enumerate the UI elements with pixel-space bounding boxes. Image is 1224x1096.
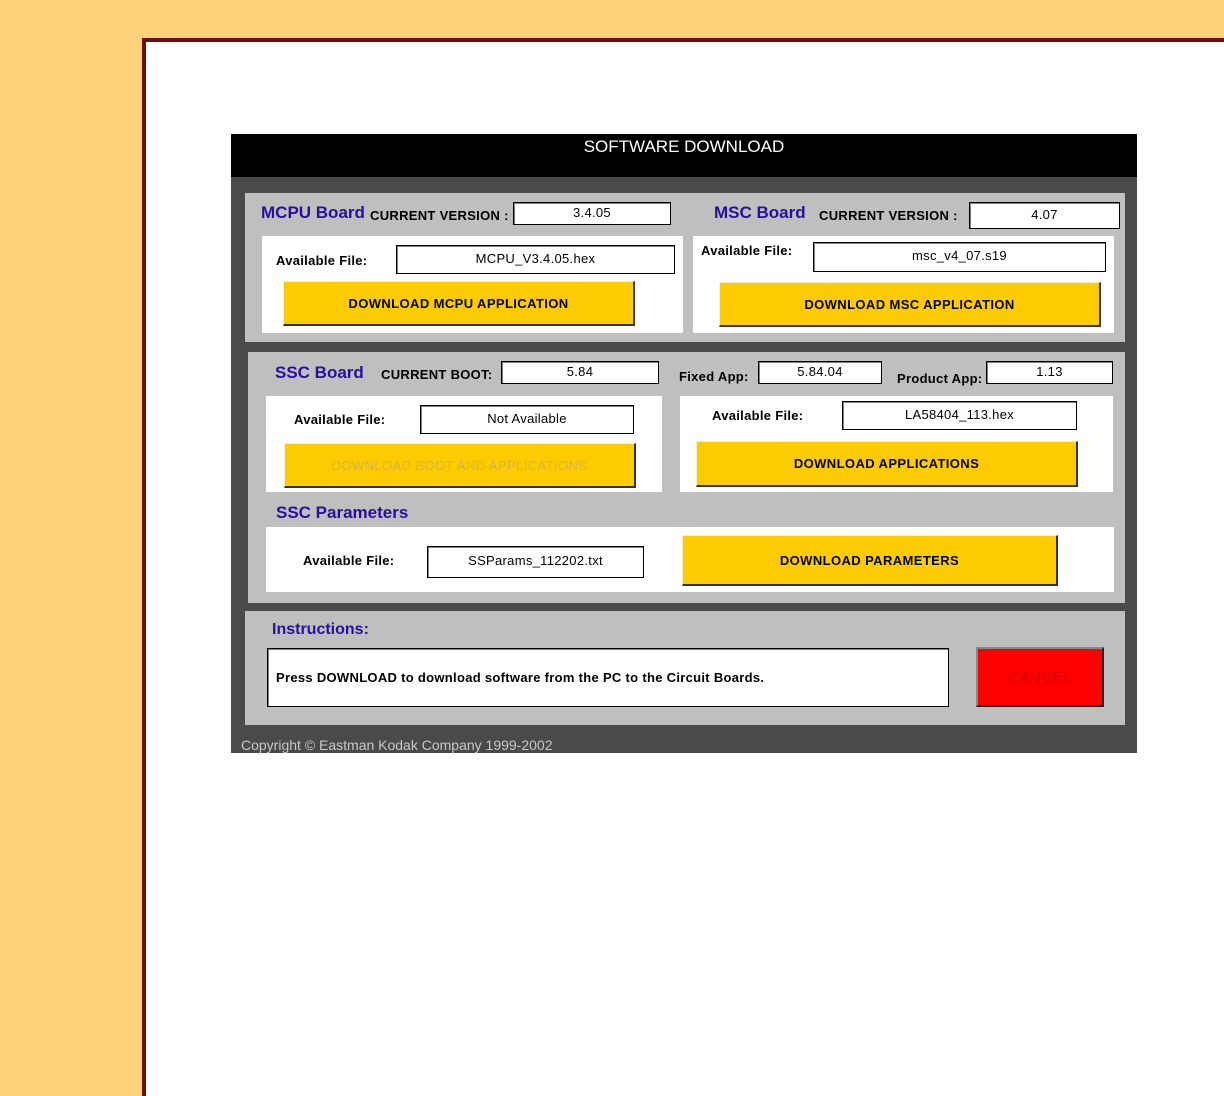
msc-version-label: CURRENT VERSION : (819, 208, 958, 223)
mcpu-version-field: 3.4.05 (513, 202, 671, 225)
ssc-board-title: SSC Board (275, 363, 364, 382)
msc-file-label: Available File: (701, 243, 793, 258)
ssc-params-file-field: SSParams_112202.txt (427, 546, 644, 578)
download-parameters-button[interactable]: DOWNLOAD PARAMETERS (682, 535, 1058, 586)
mcpu-file-label: Available File: (276, 253, 368, 268)
mcpu-board-title: MCPU Board (261, 203, 365, 222)
ssc-app-file-field: LA58404_113.hex (842, 401, 1077, 430)
cancel-button[interactable]: CANCEL (976, 647, 1104, 707)
download-boot-and-apps-button[interactable]: DOWNLOAD BOOT AND APPLICATIONS (284, 443, 636, 488)
mcpu-version-label: CURRENT VERSION : (370, 208, 509, 223)
ssc-app-file-label: Available File: (712, 408, 804, 423)
download-applications-button[interactable]: DOWNLOAD APPLICATIONS (696, 441, 1078, 487)
ssc-boot-file-field: Not Available (420, 405, 634, 434)
download-mcpu-button[interactable]: DOWNLOAD MCPU APPLICATION (283, 281, 635, 326)
ssc-fixed-app-label: Fixed App: (679, 369, 749, 384)
msc-file-field: msc_v4_07.s19 (813, 242, 1106, 272)
ssc-params-file-label: Available File: (303, 553, 395, 568)
download-msc-button[interactable]: DOWNLOAD MSC APPLICATION (719, 282, 1101, 327)
instructions-text: Press DOWNLOAD to download software from… (267, 648, 949, 707)
ssc-boot-field: 5.84 (501, 361, 659, 384)
msc-version-field: 4.07 (969, 202, 1120, 229)
window-title: SOFTWARE DOWNLOAD (583, 137, 785, 156)
title-bar: SOFTWARE DOWNLOAD (231, 134, 1137, 177)
msc-board-title: MSC Board (714, 203, 806, 222)
ssc-product-app-field: 1.13 (986, 361, 1113, 384)
ssc-boot-label: CURRENT BOOT: (381, 367, 493, 382)
ssc-boot-file-label: Available File: (294, 412, 386, 427)
instructions-title: Instructions: (272, 621, 369, 638)
ssc-fixed-app-field: 5.84.04 (758, 361, 882, 384)
mcpu-file-field: MCPU_V3.4.05.hex (396, 245, 675, 274)
ssc-product-app-label: Product App: (897, 371, 983, 386)
software-download-window: SOFTWARE DOWNLOAD MCPU Board CURRENT VER… (231, 134, 1137, 753)
ssc-params-title: SSC Parameters (276, 503, 409, 522)
copyright-text: Copyright © Eastman Kodak Company 1999-2… (241, 737, 553, 753)
